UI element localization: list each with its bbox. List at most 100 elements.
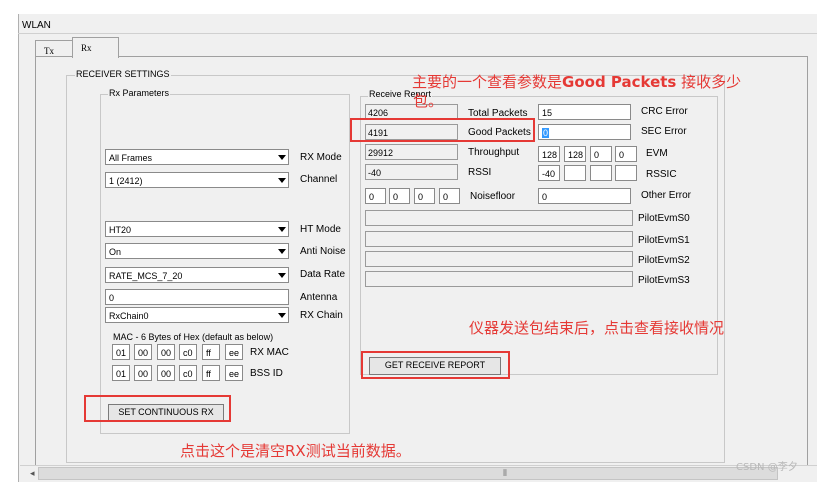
noisefloor-value-3: 0 xyxy=(418,192,424,202)
annotation-good-packets-suffix: 接收多少 xyxy=(676,73,742,91)
rx-mac-byte-2-value: 00 xyxy=(138,348,149,358)
other-error-field[interactable]: 0 xyxy=(538,188,631,204)
annotation-good-packets-bold: Good Packets xyxy=(562,73,677,91)
chevron-down-icon[interactable] xyxy=(275,151,287,163)
evm-value-1: 128 xyxy=(542,150,558,160)
rx-parameters-group xyxy=(100,94,350,434)
pilot-evm-s1-value xyxy=(365,231,633,247)
highlight-get-report-button xyxy=(361,351,510,379)
data-rate-select[interactable]: RATE_MCS_7_20 xyxy=(105,267,289,283)
mac-caption: MAC - 6 Bytes of Hex (default as below) xyxy=(113,332,274,342)
rx-mac-byte-4[interactable]: c0 xyxy=(179,344,197,360)
evm-field-1[interactable]: 128 xyxy=(538,146,560,162)
throughput-text: 29912 xyxy=(368,148,394,158)
noisefloor-value-4: 0 xyxy=(443,192,449,202)
antenna-label: Antenna xyxy=(300,292,338,303)
ht-mode-select[interactable]: HT20 xyxy=(105,221,289,237)
evm-field-2[interactable]: 128 xyxy=(564,146,586,162)
evm-field-3[interactable]: 0 xyxy=(590,146,612,162)
bss-id-byte-3[interactable]: 00 xyxy=(157,365,175,381)
rssic-value-1: -40 xyxy=(542,169,556,179)
sec-error-label: SEC Error xyxy=(641,126,687,137)
rx-mac-byte-3-value: 00 xyxy=(161,348,172,358)
rssic-field-1[interactable]: -40 xyxy=(538,165,560,181)
chevron-down-icon[interactable] xyxy=(275,269,287,281)
other-error-label: Other Error xyxy=(641,190,692,201)
rssic-field-2[interactable] xyxy=(564,165,586,181)
channel-label: Channel xyxy=(300,174,338,185)
evm-value-2: 128 xyxy=(568,150,584,160)
annotation-get-report: 仪器发送包结束后，点击查看接收情况 xyxy=(469,319,725,337)
sec-error-field[interactable]: 0 xyxy=(538,124,631,140)
throughput-value: 29912 xyxy=(365,144,458,160)
tab-rx[interactable]: Rx xyxy=(72,37,119,58)
other-error-value: 0 xyxy=(542,192,548,202)
rx-chain-label: RX Chain xyxy=(300,310,343,321)
evm-value-4: 0 xyxy=(619,150,625,160)
scrollbar-grip-icon: ⦀ xyxy=(503,468,507,478)
data-rate-value: RATE_MCS_7_20 xyxy=(109,271,183,281)
rx-parameters-label: Rx Parameters xyxy=(108,88,171,98)
chevron-down-icon[interactable] xyxy=(275,223,287,235)
pilot-evm-s1-label: PilotEvmS1 xyxy=(638,235,690,246)
rx-mode-value: All Frames xyxy=(109,153,153,163)
sec-error-value: 0 xyxy=(542,128,550,138)
noisefloor-field-1[interactable]: 0 xyxy=(365,188,386,204)
scrollbar-thumb[interactable] xyxy=(38,467,778,480)
chevron-down-icon[interactable] xyxy=(275,245,287,257)
noisefloor-value-2: 0 xyxy=(393,192,399,202)
bss-id-byte-1[interactable]: 01 xyxy=(112,365,130,381)
crc-error-field[interactable]: 15 xyxy=(538,104,631,120)
pilot-evm-s3-value xyxy=(365,271,633,287)
noisefloor-field-3[interactable]: 0 xyxy=(414,188,435,204)
rssic-field-3[interactable] xyxy=(590,165,612,181)
evm-field-4[interactable]: 0 xyxy=(615,146,637,162)
rssi-text: -40 xyxy=(368,168,382,178)
crc-error-value: 15 xyxy=(542,108,553,118)
bss-id-byte-2[interactable]: 00 xyxy=(134,365,152,381)
rx-mac-byte-1[interactable]: 01 xyxy=(112,344,130,360)
noisefloor-value-1: 0 xyxy=(369,192,375,202)
bss-id-byte-5[interactable]: ff xyxy=(202,365,220,381)
channel-value: 1 (2412) xyxy=(109,176,143,186)
anti-noise-label: Anti Noise xyxy=(300,246,346,257)
rx-mode-label: RX Mode xyxy=(300,152,342,163)
rx-mode-select[interactable]: All Frames xyxy=(105,149,289,165)
bss-id-byte-4[interactable]: c0 xyxy=(179,365,197,381)
noisefloor-field-4[interactable]: 0 xyxy=(439,188,460,204)
noisefloor-label: Noisefloor xyxy=(470,191,516,202)
bss-id-byte-4-value: c0 xyxy=(183,369,193,379)
annotation-set-continuous: 点击这个是清空RX测试当前数据。 xyxy=(180,442,411,460)
chevron-down-icon[interactable] xyxy=(275,309,287,321)
anti-noise-select[interactable]: On xyxy=(105,243,289,259)
scroll-left-arrow-icon[interactable]: ◂ xyxy=(30,469,35,478)
channel-select[interactable]: 1 (2412) xyxy=(105,172,289,188)
bss-id-label: BSS ID xyxy=(250,368,283,379)
rssi-label: RSSI xyxy=(468,167,492,178)
rx-mac-byte-3[interactable]: 00 xyxy=(157,344,175,360)
rx-mac-byte-6[interactable]: ee xyxy=(225,344,243,360)
window-title: WLAN xyxy=(22,20,51,31)
bss-id-byte-6[interactable]: ee xyxy=(225,365,243,381)
evm-label: EVM xyxy=(646,148,668,159)
antenna-input[interactable]: 0 xyxy=(105,289,289,305)
rx-mac-byte-5[interactable]: ff xyxy=(202,344,220,360)
rx-chain-value: RxChain0 xyxy=(109,311,149,321)
rx-chain-select[interactable]: RxChain0 xyxy=(105,307,289,323)
ht-mode-value: HT20 xyxy=(109,225,132,235)
title-divider xyxy=(18,33,817,34)
watermark: CSDN @李夕 xyxy=(736,462,798,473)
rssi-value: -40 xyxy=(365,164,458,180)
tab-rx-label: Rx xyxy=(81,43,92,53)
bss-id-byte-6-value: ee xyxy=(229,369,240,379)
rx-mac-byte-5-value: ff xyxy=(206,348,211,358)
crc-error-label: CRC Error xyxy=(641,106,688,117)
chevron-down-icon[interactable] xyxy=(275,174,287,186)
rx-mac-byte-1-value: 01 xyxy=(116,348,127,358)
noisefloor-field-2[interactable]: 0 xyxy=(389,188,410,204)
rssic-field-4[interactable] xyxy=(615,165,637,181)
bss-id-byte-1-value: 01 xyxy=(116,369,127,379)
bss-id-byte-2-value: 00 xyxy=(138,369,149,379)
rx-mac-byte-2[interactable]: 00 xyxy=(134,344,152,360)
pilot-evm-s2-label: PilotEvmS2 xyxy=(638,255,690,266)
